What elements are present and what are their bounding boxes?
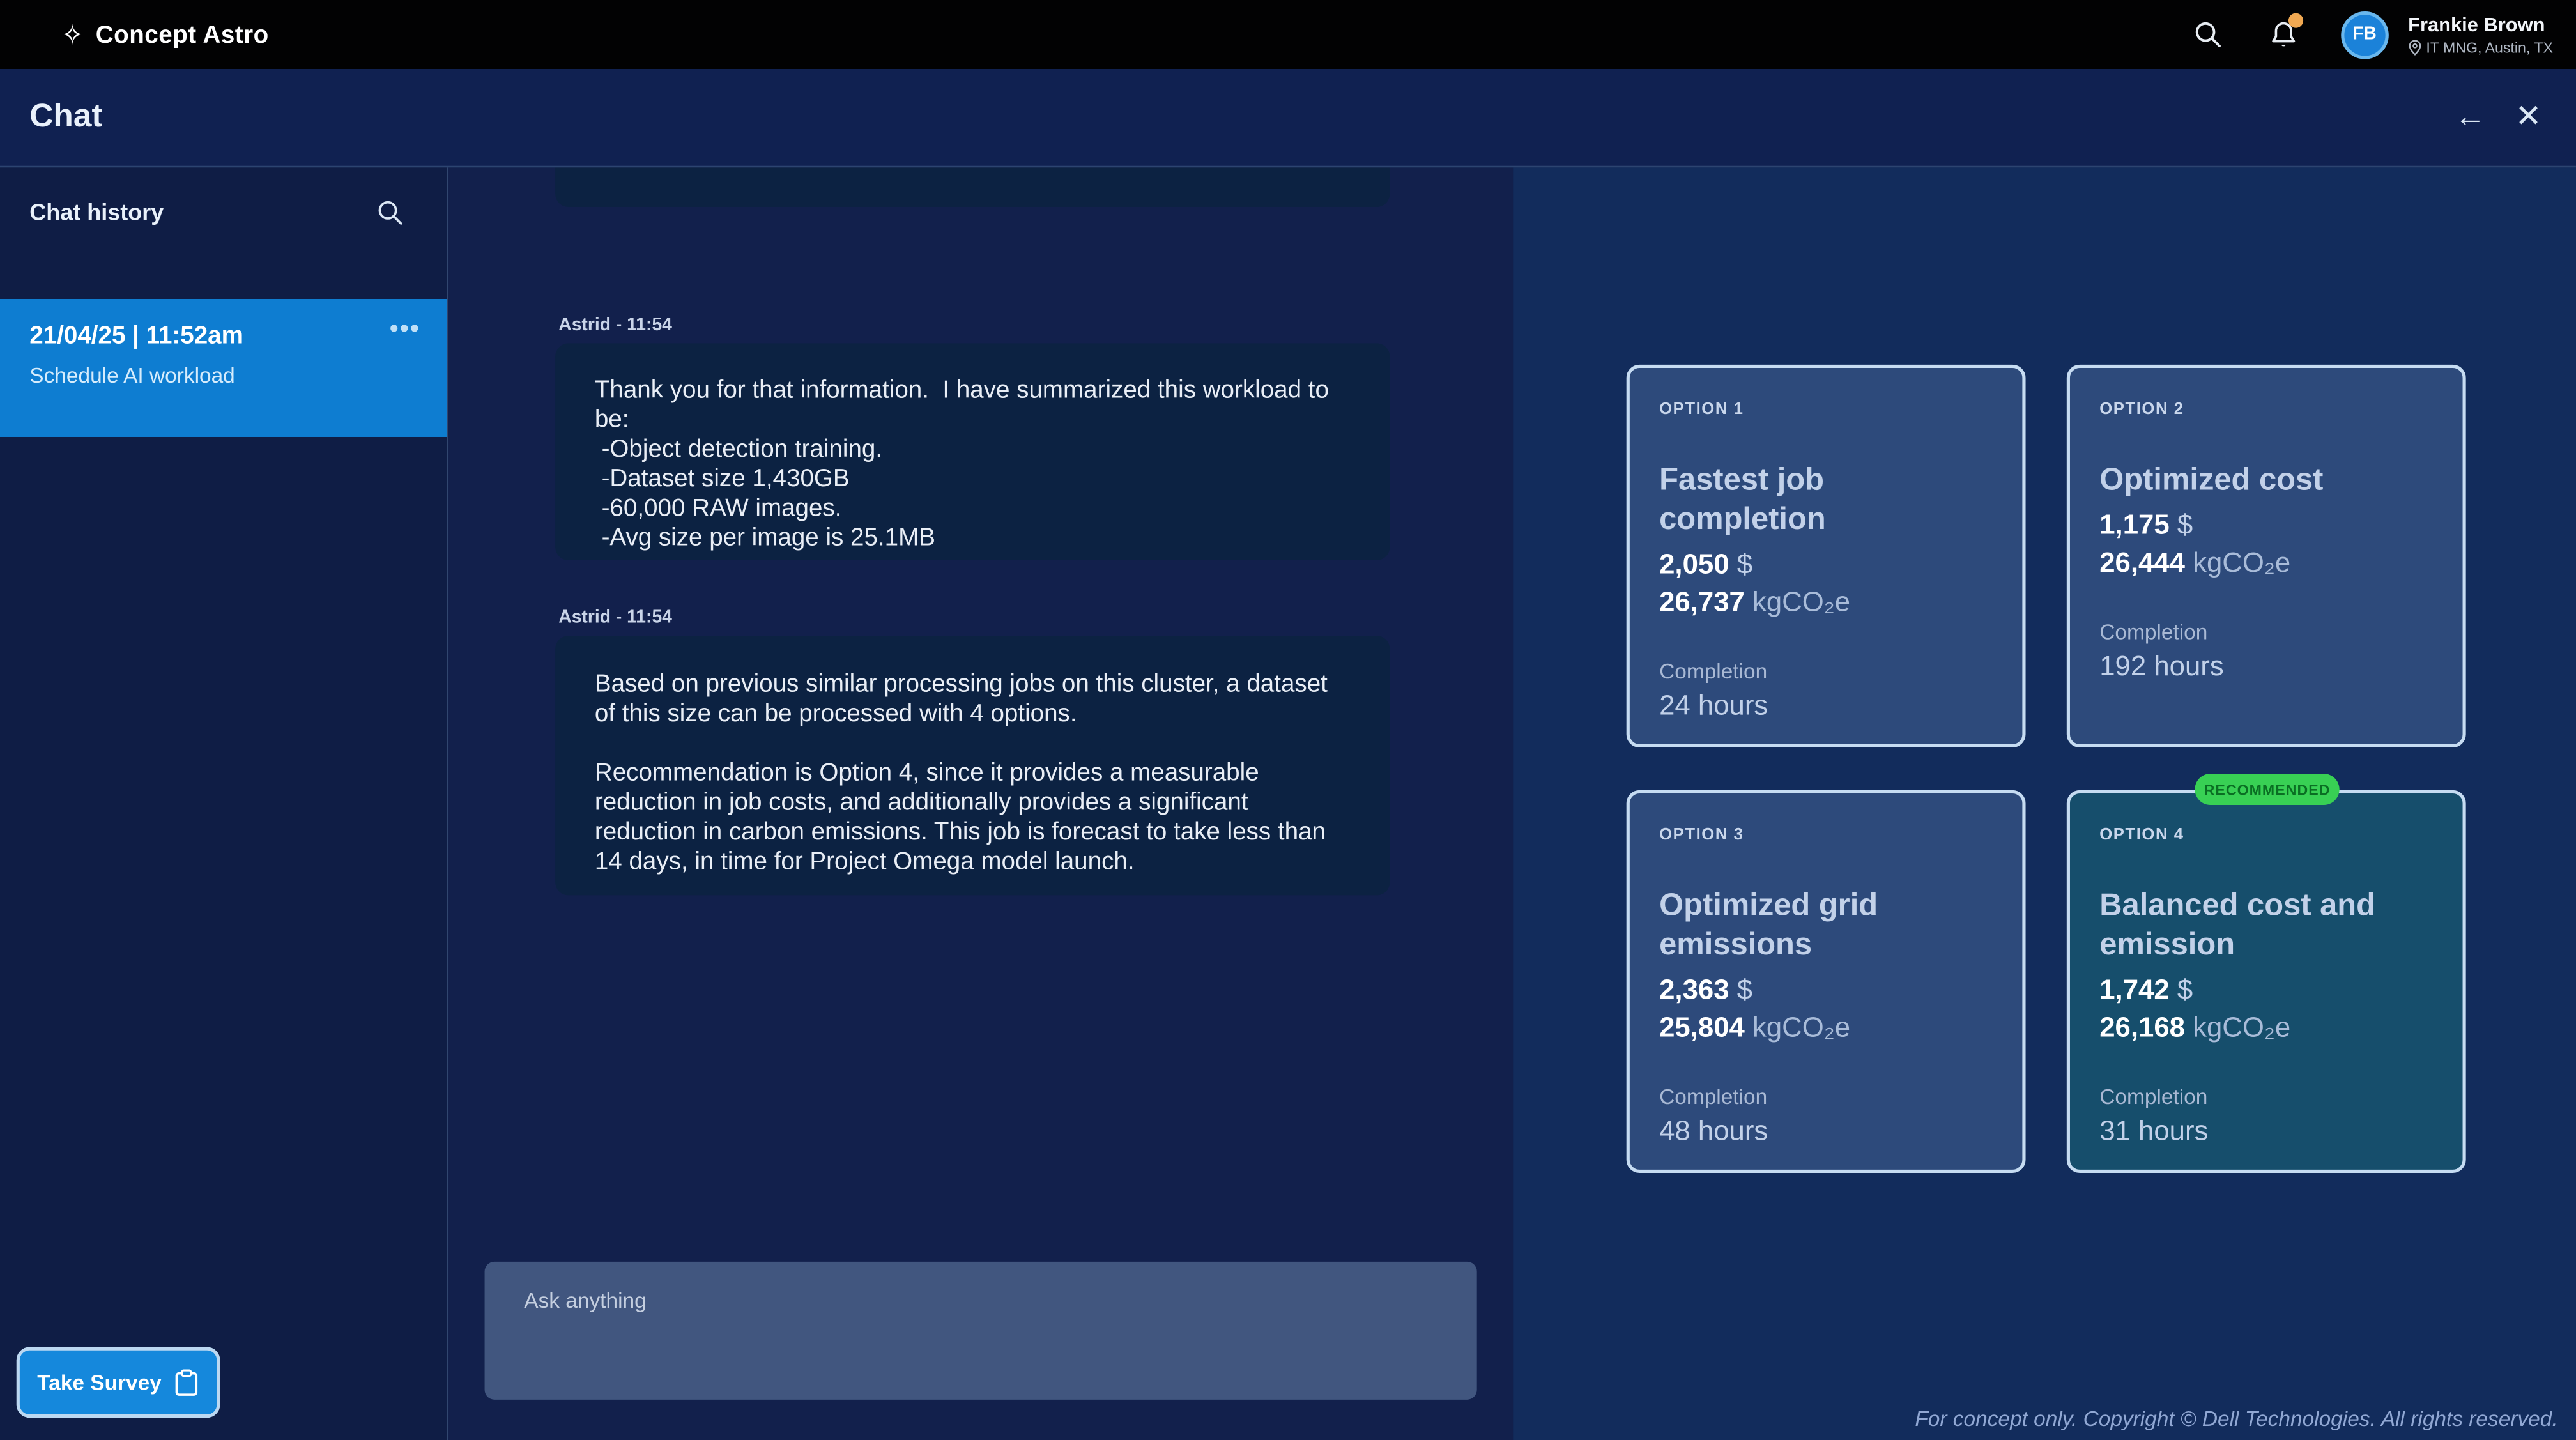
message-paragraph: Recommendation is Option 4, since it pro… [595,759,1351,877]
copyright-footer: For concept only. Copyright © Dell Techn… [1915,1406,2557,1431]
option-kicker: OPTION 3 [1659,826,1993,844]
option-co2-value: 26,168 [2099,1012,2185,1043]
option-co2: 26,444 kgCO₂e [2099,544,2433,583]
option-completion-value: 24 hours [1659,688,1993,724]
option-co2-unit: kgCO₂e [2193,1012,2290,1043]
option-co2: 25,804 kgCO₂e [1659,1009,1993,1048]
take-survey-button[interactable]: Take Survey [17,1347,220,1418]
history-item-date: 21/04/25 | 11:52am [29,322,243,350]
option-cost-unit: $ [2177,509,2193,540]
option-card-3[interactable]: OPTION 3 Optimized grid emissions 2,363 … [1627,790,2026,1173]
user-name: Frankie Brown [2408,13,2553,36]
option-title: Fastest job completion [1659,462,1993,540]
option-title: Optimized grid emissions [1659,887,1993,966]
option-completion-value: 192 hours [2099,649,2433,686]
option-co2-value: 25,804 [1659,1012,1745,1043]
app-name: Concept Astro [96,20,269,49]
option-cost-unit: $ [1737,549,1752,580]
history-item-subtitle: Schedule AI workload [29,363,420,388]
chat-header-actions: ← ✕ [2455,102,2542,133]
option-cost: 1,742 $ [2099,972,2433,1009]
option-cost-value: 2,363 [1659,974,1729,1006]
message-bubble: Thank you for that information. I have s… [555,343,1390,560]
option-completion-label: Completion [1659,1084,1993,1110]
take-survey-label: Take Survey [37,1370,162,1395]
message-sender: Astrid - 11:54 [558,608,672,627]
option-completion-label: Completion [2099,1084,2433,1110]
chat-input[interactable] [485,1262,1477,1400]
option-co2-value: 26,737 [1659,586,1745,618]
user-block: Frankie Brown IT MNG, Austin, TX [2408,13,2553,56]
chat-history-sidebar: Chat history 21/04/25 | 11:52am ••• Sche… [0,167,448,1440]
chat-header: Chat ← ✕ [0,69,2576,167]
app: ✧ Concept Astro FB Frankie Brown IT MNG,… [0,0,2576,1440]
chat-window: Chat ← ✕ Chat history 21/04/25 | 11:52am… [0,69,2576,1440]
option-completion-label: Completion [1659,659,1993,685]
page-title: Chat [29,98,102,136]
option-cost-unit: $ [1737,974,1752,1006]
option-completion-value: 48 hours [1659,1114,1993,1150]
avatar-initials: FB [2352,25,2377,45]
chat-message-area: Locate file Astrid - 11:54 Thank you for… [450,167,1514,1440]
option-kicker: OPTION 1 [1659,401,1993,418]
option-co2-unit: kgCO₂e [1752,1012,1850,1043]
topbar: ✧ Concept Astro FB Frankie Brown IT MNG,… [0,0,2576,69]
option-co2-unit: kgCO₂e [2193,547,2290,578]
option-kicker: OPTION 4 [2099,826,2433,844]
option-card-4-recommended[interactable]: OPTION 4 Balanced cost and emission 1,74… [2067,790,2466,1173]
option-completion-value: 31 hours [2099,1114,2433,1150]
option-co2-unit: kgCO₂e [1752,586,1850,618]
option-cost: 2,363 $ [1659,972,1993,1009]
history-item-menu-icon[interactable]: ••• [390,322,420,339]
search-icon[interactable] [2189,17,2226,53]
option-cost-value: 1,742 [2099,974,2169,1006]
options-panel: OPTION 1 Fastest job completion 2,050 $ … [1513,167,2576,1440]
option-cost-unit: $ [2177,974,2193,1006]
option-cost-value: 1,175 [2099,509,2169,540]
sidebar-header: Chat history [0,167,447,230]
location-pin-icon [2408,40,2421,56]
avatar[interactable]: FB [2341,11,2389,59]
close-icon[interactable]: ✕ [2515,102,2542,133]
option-cost: 1,175 $ [2099,508,2433,544]
brand: ✧ Concept Astro [61,20,269,49]
user-location-text: IT MNG, Austin, TX [2426,40,2553,56]
topbar-right: FB Frankie Brown IT MNG, Austin, TX [2189,11,2553,59]
option-card-1[interactable]: OPTION 1 Fastest job completion 2,050 $ … [1627,365,2026,747]
app-logo-icon: ✧ [61,20,84,49]
notifications-bell-icon[interactable] [2265,17,2301,53]
back-arrow-icon[interactable]: ← [2455,102,2486,133]
user-location: IT MNG, Austin, TX [2408,40,2553,56]
option-completion-label: Completion [2099,619,2433,645]
option-card-2[interactable]: OPTION 2 Optimized cost 1,175 $ 26,444 k… [2067,365,2466,747]
sidebar-title: Chat history [29,199,164,225]
message-paragraph: Based on previous similar processing job… [595,670,1351,730]
option-co2-value: 26,444 [2099,547,2185,578]
option-cost-value: 2,050 [1659,549,1729,580]
history-search-icon[interactable] [371,194,408,230]
option-co2: 26,168 kgCO₂e [2099,1009,2433,1048]
option-kicker: OPTION 2 [2099,401,2433,418]
recommended-badge: RECOMMENDED [2195,774,2339,805]
message-bubble: Based on previous similar processing job… [555,636,1390,895]
history-item-top: 21/04/25 | 11:52am ••• [29,322,420,350]
clipboard-icon [174,1368,199,1397]
notification-dot [2288,13,2303,28]
option-title: Optimized cost [2099,462,2433,502]
message-bubble-clipped: Locate file [555,167,1390,207]
message-sender: Astrid - 11:54 [558,316,672,335]
option-co2: 26,737 kgCO₂e [1659,583,1993,623]
history-item-selected[interactable]: 21/04/25 | 11:52am ••• Schedule AI workl… [0,299,447,437]
option-title: Balanced cost and emission [2099,887,2433,966]
option-cost: 2,050 $ [1659,547,1993,583]
